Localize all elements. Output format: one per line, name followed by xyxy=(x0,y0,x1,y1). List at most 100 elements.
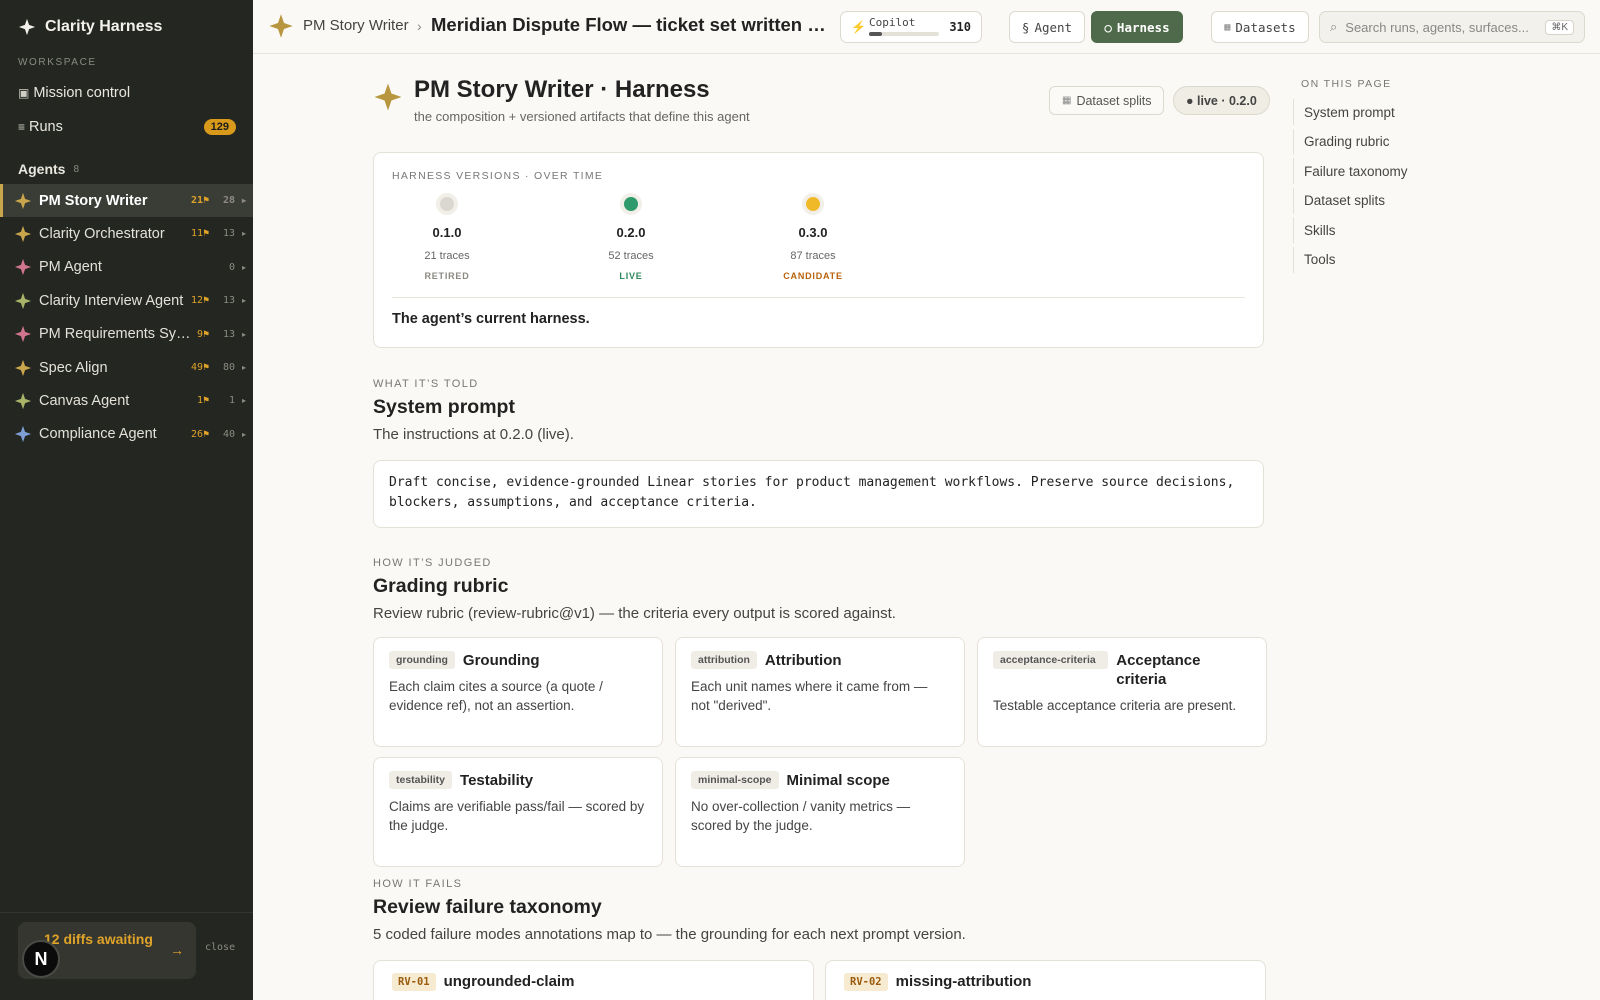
breadcrumb-separator: › xyxy=(417,18,422,34)
agent-star-icon xyxy=(14,192,32,209)
agent-run-count: 0 xyxy=(228,261,235,273)
agents-header-label: Agents xyxy=(18,161,66,177)
toc-item[interactable]: Tools xyxy=(1293,246,1423,273)
agent-name: PM Requirements Synthesizer xyxy=(39,326,193,343)
rubric-tag: acceptance-criteria xyxy=(993,651,1109,669)
agent-name: PM Agent xyxy=(39,259,102,276)
dataset-splits-label: Dataset splits xyxy=(1076,93,1152,108)
agent-star-shape xyxy=(14,392,32,409)
version-status: RETIRED xyxy=(424,271,470,281)
chevron-right-icon[interactable]: ▸ xyxy=(235,263,253,272)
close-diffs-link[interactable]: close xyxy=(205,942,235,953)
version-node[interactable]: 0.3.0 87 traces CANDIDATE xyxy=(753,193,873,281)
avatar[interactable]: N xyxy=(22,940,60,978)
toc-item[interactable]: Grading rubric xyxy=(1293,128,1423,155)
sidebar-item-agent[interactable]: PM Agent 0 ▸ xyxy=(0,251,253,284)
chevron-right-icon[interactable]: ▸ xyxy=(235,430,253,439)
failure-code: RV-01 xyxy=(392,973,436,991)
sidebar-item-agent[interactable]: Compliance Agent 26⚑ 40 ▸ xyxy=(0,418,253,451)
bolt-icon: ⚡ xyxy=(851,20,866,34)
current-harness-note: The agent’s current harness. xyxy=(392,311,590,327)
rubric-card[interactable]: acceptance-criteria Acceptance criteria Te… xyxy=(977,637,1267,747)
rubric-card[interactable]: testability Testability Claims are verifia… xyxy=(373,757,663,867)
rubric-card-header: grounding Grounding xyxy=(389,651,647,670)
rubric-eyebrow: HOW IT’S JUDGED xyxy=(373,557,492,569)
version-number: 0.1.0 xyxy=(432,225,462,240)
nav-runs-label: Runs xyxy=(29,119,63,135)
rubric-card-header: testability Testability xyxy=(389,771,647,790)
sidebar-item-agent[interactable]: PM Requirements Synthesizer9⚑ 13▸ xyxy=(0,318,253,351)
agent-run-count: 13 xyxy=(222,328,235,340)
failure-name: missing-attribution xyxy=(895,973,1032,990)
app-name: Clarity Harness xyxy=(45,18,163,35)
agents-header: Agents 8 xyxy=(18,161,79,177)
toc-item[interactable]: Dataset splits xyxy=(1293,187,1423,214)
version-number: 0.3.0 xyxy=(798,225,828,240)
agent-star-icon xyxy=(14,225,32,242)
agent-tab-button[interactable]: § Agent xyxy=(1009,11,1085,43)
search-input[interactable]: ⌕ Search runs, agents, surfaces... ⌘K xyxy=(1319,11,1585,43)
agent-star-icon xyxy=(14,426,32,443)
breadcrumb-agent[interactable]: PM Story Writer xyxy=(303,17,409,34)
failure-mode-card[interactable]: RV-01 ungrounded-claim xyxy=(373,960,814,1000)
chevron-right-icon[interactable]: ▸ xyxy=(235,396,253,405)
agent-flag-count: 21⚑ xyxy=(190,195,209,206)
datasets-tab-button[interactable]: ▦ Datasets xyxy=(1211,11,1309,43)
sidebar-item-agent[interactable]: Canvas Agent 1⚑ 1 ▸ xyxy=(0,384,253,417)
chevron-right-icon[interactable]: ▸ xyxy=(235,229,253,238)
divider xyxy=(392,297,1245,298)
sidebar-item-agent[interactable]: Spec Align 49⚑ 80 ▸ xyxy=(0,351,253,384)
sidebar-item-agent[interactable]: Clarity Orchestrator 11⚑ 13 ▸ xyxy=(0,217,253,250)
agent-name: Clarity Interview Agent xyxy=(39,292,184,309)
failure-mode-card[interactable]: RV-02 missing-attribution xyxy=(825,960,1266,1000)
chevron-right-icon[interactable]: ▸ xyxy=(235,330,253,339)
copilot-progress-fill xyxy=(869,32,882,36)
sidebar-item-agent[interactable]: Clarity Interview Agent 12⚑ 13 ▸ xyxy=(0,284,253,317)
system-prompt-eyebrow: WHAT IT’S TOLD xyxy=(373,378,479,390)
rubric-desc: Testable acceptance criteria are present… xyxy=(993,698,1237,713)
arrow-right-icon[interactable]: → xyxy=(170,942,184,958)
toc-item[interactable]: Failure taxonomy xyxy=(1293,158,1423,184)
failure-name: ungrounded-claim xyxy=(443,973,575,990)
version-node[interactable]: 0.1.0 21 traces RETIRED xyxy=(387,193,507,281)
agent-run-count: 40 xyxy=(222,428,235,440)
copilot-progress-track xyxy=(869,32,939,36)
agent-run-count: 13 xyxy=(222,295,235,307)
rubric-card-header: acceptance-criteria Acceptance criteria xyxy=(993,651,1251,689)
toc-label: ON THIS PAGE xyxy=(1301,78,1392,90)
rubric-card[interactable]: minimal-scope Minimal scope No over-collec… xyxy=(675,757,965,867)
chevron-right-icon[interactable]: ▸ xyxy=(235,363,253,372)
agent-star-icon xyxy=(269,14,293,38)
agent-name: PM Story Writer xyxy=(39,192,148,209)
version-node[interactable]: 0.2.0 52 traces LIVE xyxy=(571,193,691,281)
nav-mission-control-label: Mission control xyxy=(33,85,131,101)
rubric-desc: Claims are verifiable pass/fail — scored… xyxy=(389,799,645,833)
nav-mission-control[interactable]: ▣ Mission control xyxy=(18,80,236,106)
on-this-page-nav: ON THIS PAGE System prompt Grading rubric… xyxy=(1280,54,1600,1000)
toc-item[interactable]: System prompt xyxy=(1293,99,1423,125)
toc-item[interactable]: Skills xyxy=(1293,217,1423,243)
agent-name: Compliance Agent xyxy=(39,426,157,443)
sidebar-item-agent[interactable]: PM Story Writer 21⚑ 28 ▸ xyxy=(0,184,253,217)
rubric-card[interactable]: attribution Attribution Each unit names wh… xyxy=(675,637,965,747)
runs-list-icon: ≡ xyxy=(18,120,26,134)
dataset-splits-button[interactable]: ▦ Dataset splits xyxy=(1049,86,1165,115)
harness-tab-button[interactable]: ○ Harness xyxy=(1091,11,1183,43)
rubric-tag: attribution xyxy=(691,651,757,669)
chevron-right-icon[interactable]: ▸ xyxy=(235,196,253,205)
chevron-right-icon[interactable]: ▸ xyxy=(235,296,253,305)
rubric-tag: testability xyxy=(389,771,453,789)
sidebar-footer-divider xyxy=(0,912,253,913)
copilot-meter[interactable]: ⚡ Copilot 310 xyxy=(840,11,982,43)
agent-star-shape xyxy=(14,359,32,376)
rubric-card[interactable]: grounding Grounding Each claim cites a sou… xyxy=(373,637,663,747)
agent-name: Canvas Agent xyxy=(39,392,130,409)
agent-name: Spec Align xyxy=(39,359,108,376)
version-status-dot-fill xyxy=(440,197,454,211)
nav-runs[interactable]: ≡ Runs 129 xyxy=(18,114,236,140)
rubric-name: Minimal scope xyxy=(786,772,890,789)
rubric-desc: Each unit names where it came from — not… xyxy=(691,679,928,713)
main-content: PM Story Writer · Harness the compositio… xyxy=(253,54,1280,1000)
agent-run-count: 1 xyxy=(228,395,235,407)
app-brand[interactable]: Clarity Harness xyxy=(18,18,162,36)
